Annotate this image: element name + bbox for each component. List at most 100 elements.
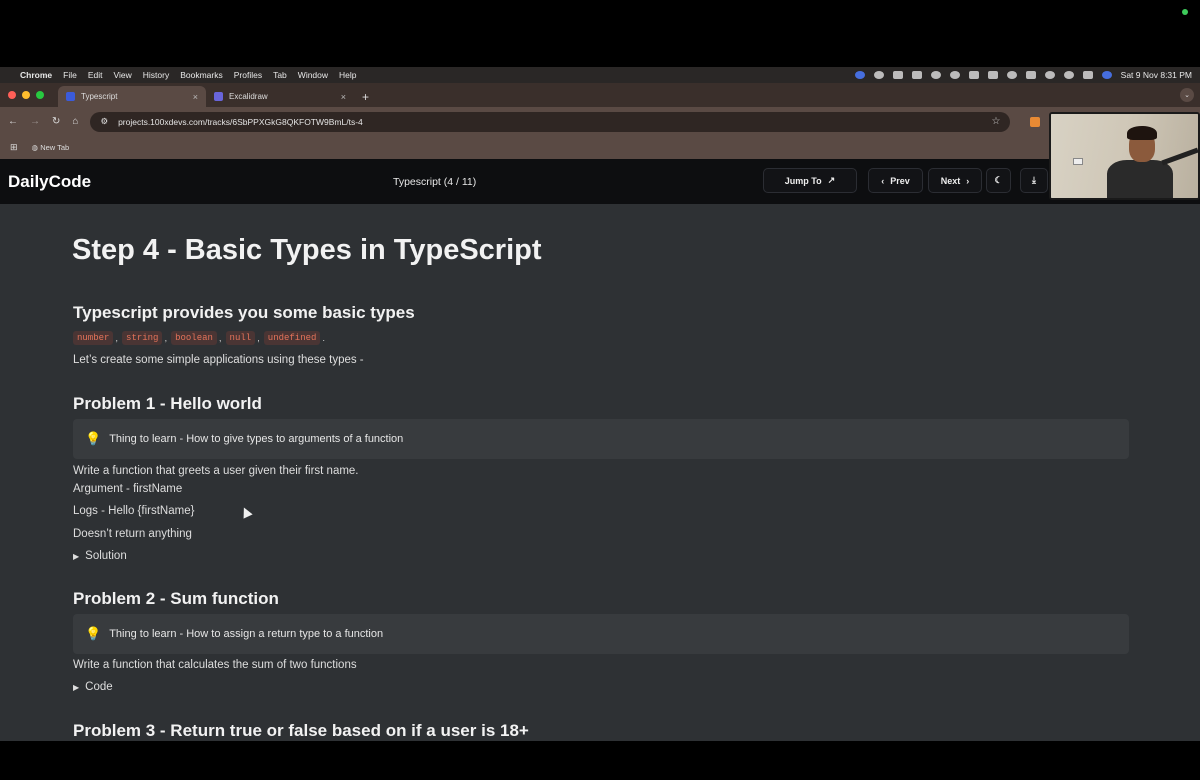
lightbulb-icon: 💡 [85, 626, 102, 641]
status-cloud-icon[interactable] [892, 71, 903, 79]
solution-toggle[interactable]: ▶ Solution [73, 550, 127, 562]
problem3-heading: Problem 3 - Return true or false based o… [73, 721, 529, 740]
status-eye-icon[interactable] [930, 71, 941, 79]
typescript-favicon-icon [66, 92, 75, 101]
status-app-icon[interactable] [854, 71, 865, 79]
site-info-icon[interactable]: ⚙ [100, 116, 108, 127]
close-window-button[interactable] [8, 91, 16, 99]
address-bar[interactable]: ⚙ projects.100xdevs.com/tracks/6SbPPXGkG… [90, 111, 1011, 132]
menu-tab[interactable]: Tab [273, 70, 287, 80]
back-icon[interactable]: ← [8, 116, 18, 127]
control-center-icon[interactable] [1082, 71, 1093, 79]
problem2-callout-text: Thing to learn - How to assign a return … [109, 628, 384, 640]
zoom-window-button[interactable] [36, 91, 44, 99]
siri-icon[interactable] [1101, 71, 1112, 79]
presenter-body [1107, 160, 1173, 198]
problem2-line1: Write a function that calculates the sum… [73, 659, 357, 671]
download-icon: ⤓ [1032, 175, 1036, 185]
browser-chrome: Typescript × Excalidraw × + ⌄ ← → ↻ ⌂ ⚙ … [0, 83, 1200, 159]
battery-icon[interactable] [1025, 71, 1036, 79]
disclosure-triangle-icon: ▶ [73, 682, 80, 692]
mouse-cursor [239, 505, 253, 519]
reload-icon[interactable]: ↻ [52, 116, 60, 127]
clock[interactable]: Sat 9 Nov 8:31 PM [1121, 70, 1192, 80]
types-list: number, string, boolean, null, undefined… [73, 331, 329, 345]
tab-label: Excalidraw [229, 92, 268, 101]
bookmark-new-tab[interactable]: ◍ New Tab [32, 143, 70, 152]
prev-button[interactable]: ‹ Prev [868, 168, 923, 193]
lesson-content: Step 4 - Basic Types in TypeScript Types… [0, 204, 1200, 741]
jump-to-label: Jump To [784, 175, 822, 186]
bottom-letterbox [0, 741, 1200, 780]
menu-view[interactable]: View [113, 70, 131, 80]
status-record-icon[interactable] [949, 71, 960, 79]
section-heading: Typescript provides you some basic types [73, 303, 415, 322]
download-button[interactable]: ⤓ [1020, 168, 1048, 193]
screen: Chrome File Edit View History Bookmarks … [0, 0, 1200, 780]
wifi-icon[interactable] [1044, 71, 1055, 79]
menu-edit[interactable]: Edit [88, 70, 103, 80]
menu-history[interactable]: History [143, 70, 169, 80]
intro-text: Let’s create some simple applications us… [73, 354, 364, 366]
theme-toggle-button[interactable]: ☾ [986, 168, 1011, 193]
bookmarks-bar: ⊞ ◍ New Tab [0, 136, 1200, 159]
next-button[interactable]: Next › [928, 168, 982, 193]
camera-indicator-dot [1182, 9, 1188, 15]
prev-label: Prev [890, 175, 910, 186]
site-header: DailyCode Typescript (4 / 11) Jump To ↗ … [0, 159, 1200, 204]
tab-label: Typescript [81, 92, 118, 101]
menu-file[interactable]: File [63, 70, 77, 80]
presenter-hair [1127, 126, 1157, 140]
macos-menubar: Chrome File Edit View History Bookmarks … [0, 67, 1200, 83]
url-text: projects.100xdevs.com/tracks/6SbPPXGkG8Q… [118, 116, 363, 127]
jump-to-button[interactable]: Jump To ↗ [763, 168, 857, 193]
next-label: Next [940, 175, 961, 186]
type-undefined: undefined [263, 331, 321, 345]
menu-help[interactable]: Help [339, 70, 356, 80]
chevron-right-icon: › [966, 175, 970, 186]
problem1-line2: Argument - firstName [73, 483, 183, 495]
close-tab-icon[interactable]: × [341, 92, 346, 102]
menu-bookmarks[interactable]: Bookmarks [180, 70, 223, 80]
chevron-left-icon: ‹ [881, 175, 885, 186]
problem1-line3: Logs - Hello {firstName} [73, 505, 195, 517]
close-tab-icon[interactable]: × [193, 92, 198, 102]
site-logo[interactable]: DailyCode [8, 172, 91, 192]
problem1-line4: Doesn’t return anything [73, 528, 192, 540]
type-string: string [122, 331, 163, 345]
spotlight-search-icon[interactable] [1063, 71, 1074, 79]
status-display-icon[interactable] [987, 71, 998, 79]
forward-icon[interactable]: → [30, 116, 40, 127]
solution-toggle-label: Solution [85, 550, 127, 562]
menu-profiles[interactable]: Profiles [234, 70, 262, 80]
status-moon-icon[interactable] [1006, 71, 1017, 79]
menu-chrome[interactable]: Chrome [20, 70, 52, 80]
status-loader-icon[interactable] [873, 71, 884, 79]
code-toggle[interactable]: ▶ Code [73, 681, 113, 693]
window-controls [8, 83, 44, 107]
new-tab-button[interactable]: + [362, 86, 369, 107]
extension-icon[interactable] [1030, 116, 1041, 127]
page-breadcrumb: Typescript (4 / 11) [393, 175, 477, 188]
problem1-line1: Write a function that greets a user give… [73, 465, 359, 477]
globe-icon: ◍ [31, 143, 39, 152]
status-phone-icon[interactable] [968, 71, 979, 79]
bookmark-star-icon[interactable]: ☆ [991, 116, 1000, 127]
bookmark-label: New Tab [40, 143, 70, 152]
home-icon[interactable]: ⌂ [72, 116, 78, 127]
type-null: null [225, 331, 256, 345]
tab-typescript[interactable]: Typescript × [58, 86, 206, 107]
status-stats-icon[interactable] [911, 71, 922, 79]
webcam-overlay [1049, 112, 1200, 200]
tab-excalidraw[interactable]: Excalidraw × [206, 86, 354, 107]
menu-window[interactable]: Window [298, 70, 328, 80]
apps-grid-icon[interactable]: ⊞ [10, 142, 18, 153]
disclosure-triangle-icon: ▶ [73, 551, 80, 561]
moon-icon: ☾ [994, 175, 1003, 185]
minimize-window-button[interactable] [22, 91, 30, 99]
problem2-heading: Problem 2 - Sum function [73, 589, 279, 608]
code-toggle-label: Code [85, 681, 113, 693]
problem1-heading: Problem 1 - Hello world [73, 394, 262, 413]
type-boolean: boolean [171, 331, 217, 345]
tab-search-icon[interactable]: ⌄ [1180, 88, 1194, 102]
